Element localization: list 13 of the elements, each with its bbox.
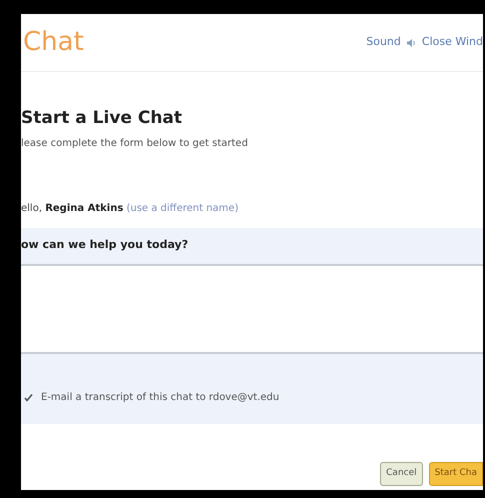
speaker-icon [406, 38, 416, 48]
transcript-checkbox[interactable] [23, 392, 33, 402]
greeting-text: ello, Regina Atkins (use a different name) [21, 202, 240, 216]
start-chat-button[interactable]: Start Cha [428, 462, 483, 486]
subtitle-text: lease complete the form below to get started [21, 136, 249, 150]
section-heading: Start a Live Chat [21, 107, 184, 130]
header-link[interactable]: Close Wind [422, 34, 483, 51]
header-link[interactable]: Sound [366, 34, 401, 51]
chat-title: Chat [23, 26, 84, 59]
cancel-button[interactable]: Cancel [380, 462, 423, 486]
question-label: ow can we help you today? [21, 237, 188, 254]
different-name-link[interactable]: (use a different name) [126, 202, 238, 214]
transcript-label: E-mail a transcript of this chat to rdove@vt.edu [41, 391, 280, 405]
